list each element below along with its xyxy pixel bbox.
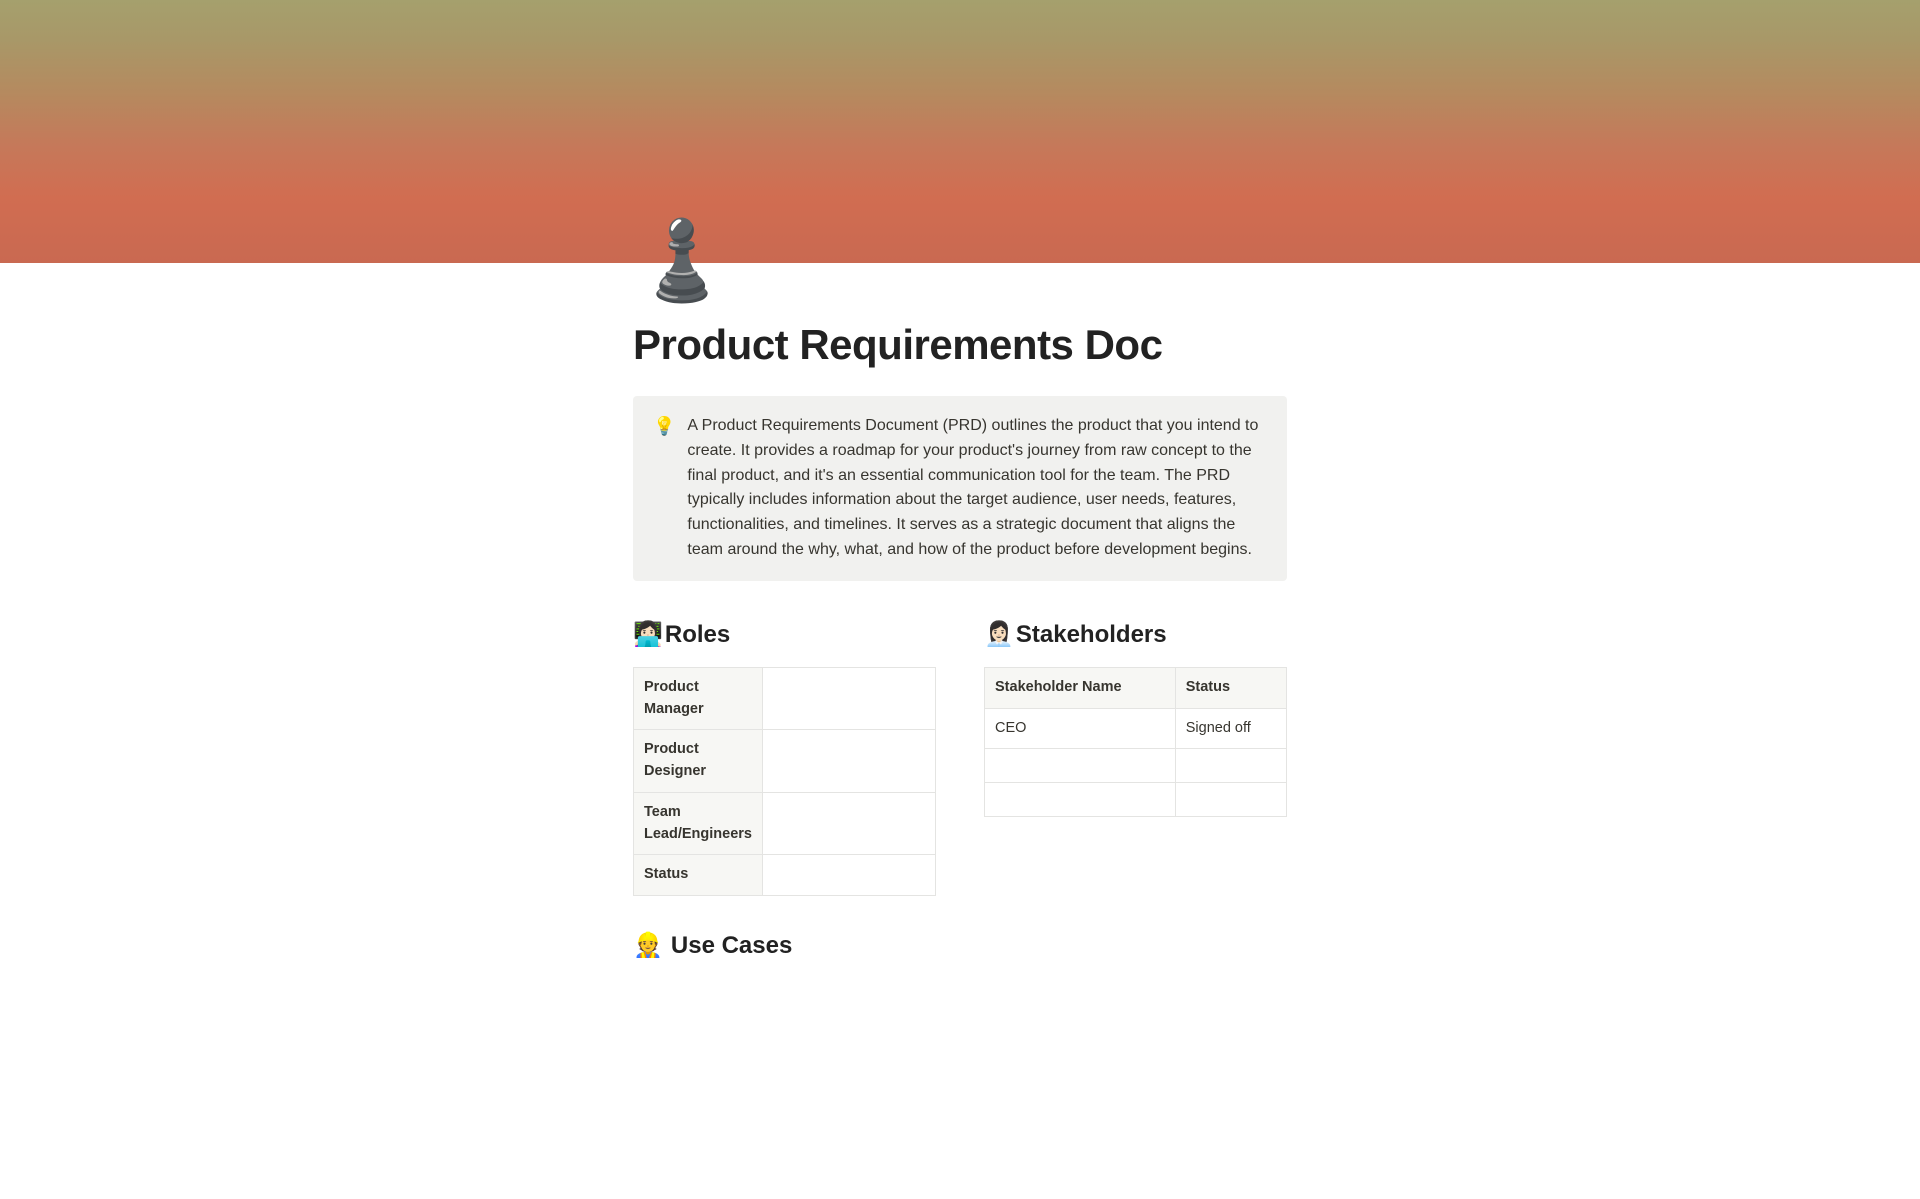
woman-technologist-icon: 👩🏻‍💻: [633, 617, 663, 653]
table-row: Status: [634, 855, 936, 896]
stakeholder-name-cell[interactable]: CEO: [985, 708, 1176, 749]
roles-stakeholders-row: 👩🏻‍💻 Roles Product Manager Product Desig…: [633, 617, 1287, 896]
stakeholder-status-cell[interactable]: [1175, 749, 1286, 783]
stakeholders-column: 👩🏻‍💼 Stakeholders Stakeholder Name Statu…: [984, 617, 1287, 896]
role-value[interactable]: [762, 792, 935, 855]
page-title[interactable]: Product Requirements Doc: [633, 313, 1287, 376]
use-cases-heading[interactable]: 👷 Use Cases: [633, 928, 1287, 964]
role-value[interactable]: [762, 667, 935, 730]
table-row: [985, 783, 1287, 817]
role-label[interactable]: Product Designer: [634, 730, 763, 793]
role-label[interactable]: Status: [634, 855, 763, 896]
stakeholder-name-cell[interactable]: [985, 749, 1176, 783]
callout-block[interactable]: 💡 A Product Requirements Document (PRD) …: [633, 396, 1287, 581]
stakeholders-table[interactable]: Stakeholder Name Status CEO Signed off: [984, 667, 1287, 818]
table-header-row: Stakeholder Name Status: [985, 667, 1287, 708]
table-row: CEO Signed off: [985, 708, 1287, 749]
role-label[interactable]: Team Lead/Engineers: [634, 792, 763, 855]
woman-office-worker-icon: 👩🏻‍💼: [984, 617, 1014, 653]
page-content: ♟️ Product Requirements Doc 💡 A Product …: [633, 263, 1287, 1044]
table-row: [985, 749, 1287, 783]
construction-worker-icon: 👷: [633, 928, 663, 964]
roles-heading-text: Roles: [665, 617, 730, 653]
stakeholder-status-cell[interactable]: Signed off: [1175, 708, 1286, 749]
stakeholder-status-cell[interactable]: [1175, 783, 1286, 817]
callout-text[interactable]: A Product Requirements Document (PRD) ou…: [687, 414, 1267, 563]
table-row: Team Lead/Engineers: [634, 792, 936, 855]
col-status[interactable]: Status: [1175, 667, 1286, 708]
table-row: Product Designer: [634, 730, 936, 793]
lightbulb-icon: 💡: [653, 414, 675, 563]
stakeholder-name-cell[interactable]: [985, 783, 1176, 817]
role-value[interactable]: [762, 855, 935, 896]
stakeholders-heading[interactable]: 👩🏻‍💼 Stakeholders: [984, 617, 1287, 653]
role-value[interactable]: [762, 730, 935, 793]
page-icon[interactable]: ♟️: [633, 221, 1287, 299]
use-cases-heading-text: Use Cases: [671, 928, 792, 964]
roles-heading[interactable]: 👩🏻‍💻 Roles: [633, 617, 936, 653]
table-row: Product Manager: [634, 667, 936, 730]
roles-column: 👩🏻‍💻 Roles Product Manager Product Desig…: [633, 617, 936, 896]
role-label[interactable]: Product Manager: [634, 667, 763, 730]
roles-table[interactable]: Product Manager Product Designer Team Le…: [633, 667, 936, 896]
col-stakeholder-name[interactable]: Stakeholder Name: [985, 667, 1176, 708]
stakeholders-heading-text: Stakeholders: [1016, 617, 1167, 653]
